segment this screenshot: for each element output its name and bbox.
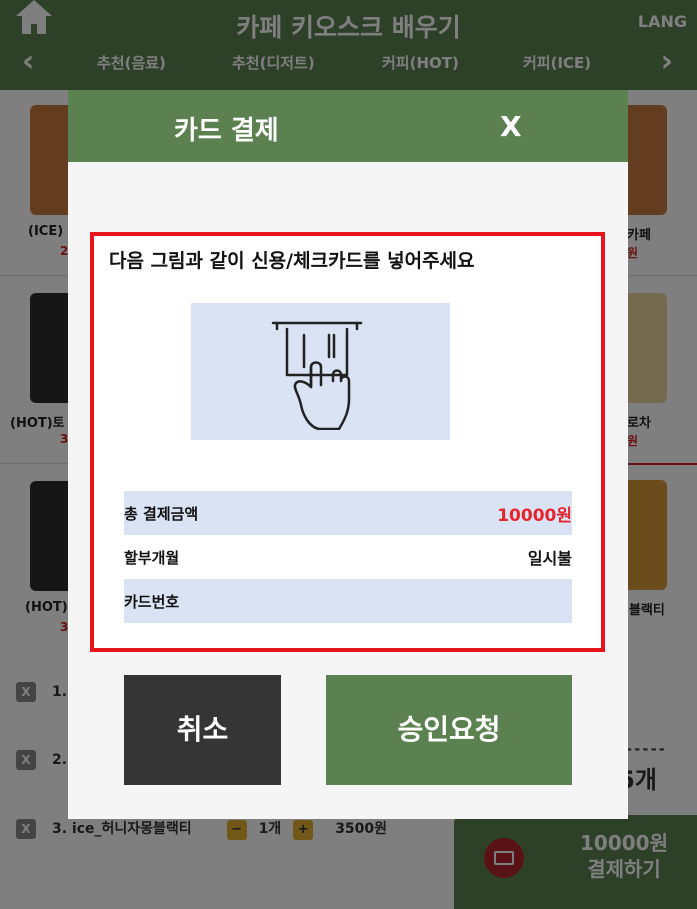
close-button[interactable]: X [500,110,522,143]
installment-value: 일시불 [527,549,572,568]
card-instruction-text: 다음 그림과 같이 신용/체크카드를 넣어주세요 [109,250,475,272]
total-amount-row: 총 결제금액 10000원 [124,491,572,535]
modal-header: 카드 결제 X [68,90,628,162]
installment-row: 할부개월 일시불 [124,535,572,579]
total-amount-value: 10000원 [497,506,572,526]
cancel-button[interactable]: 취소 [124,675,281,785]
card-payment-modal: 카드 결제 X 다음 그림과 같이 신용/체크카드를 넣어주세요 총 결제금액 … [68,90,628,819]
card-number-row: 카드번호 [124,579,572,623]
installment-label: 할부개월 [124,549,180,567]
modal-title: 카드 결제 [174,116,279,146]
card-insert-illustration [191,303,450,440]
approve-request-button[interactable]: 승인요청 [326,675,572,785]
total-amount-label: 총 결제금액 [124,505,199,523]
card-instruction-panel: 다음 그림과 같이 신용/체크카드를 넣어주세요 총 결제금액 10000원 할… [90,232,605,652]
card-number-label: 카드번호 [124,593,180,611]
card-insert-icon [271,321,363,430]
